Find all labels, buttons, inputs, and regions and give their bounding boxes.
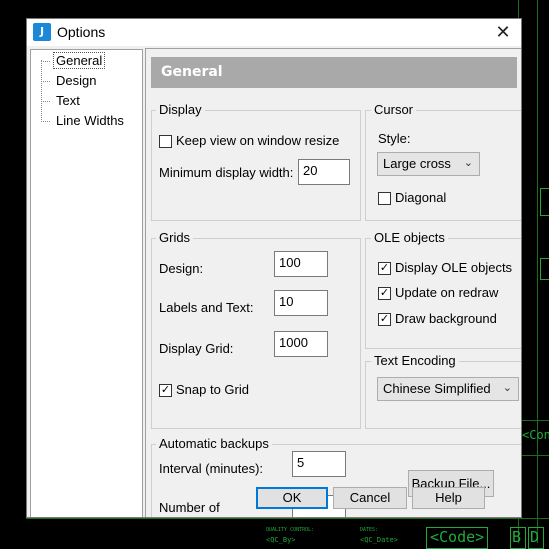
keep-view-label: Keep view on window resize — [176, 133, 340, 148]
cad-box — [540, 188, 549, 216]
cad-code-label: <Code> — [430, 528, 485, 546]
backup-number-label: Number of — [159, 500, 220, 515]
window-title: Options — [57, 24, 106, 40]
backup-interval-input[interactable]: 5 — [292, 451, 346, 477]
cursor-style-label: Style: — [378, 131, 411, 146]
category-tree: General Design Text Line Widths — [30, 49, 143, 517]
tree-item-text[interactable]: Text — [41, 92, 83, 110]
display-ole-checkbox[interactable]: ✓ — [378, 262, 391, 275]
cad-border-line — [521, 455, 549, 456]
ole-objects-group-title: OLE objects — [371, 230, 448, 245]
automatic-backups-group-title: Automatic backups — [156, 436, 272, 451]
cad-border-line — [521, 420, 549, 421]
jc-app-icon: J — [33, 23, 51, 41]
text-encoding-group-title: Text Encoding — [371, 353, 459, 368]
general-panel: General Display Keep view on window resi… — [145, 48, 521, 517]
update-on-redraw-label: Update on redraw — [395, 285, 499, 300]
tree-item-label: Line Widths — [56, 113, 124, 128]
cursor-group-title: Cursor — [371, 102, 417, 117]
chevron-down-icon: ⌄ — [502, 382, 512, 394]
min-display-width-label: Minimum display width: — [159, 165, 294, 180]
display-grid-label: Display Grid: — [159, 341, 234, 356]
panel-header-title: General — [161, 64, 223, 80]
cursor-style-value: Large cross — [383, 156, 451, 171]
cursor-style-select[interactable]: Large cross ⌄ — [377, 152, 480, 176]
text-encoding-select[interactable]: Chinese Simplified ⌄ — [377, 377, 519, 401]
cad-con-label: <Con — [522, 428, 549, 442]
cancel-button[interactable]: Cancel — [333, 487, 407, 509]
snap-to-grid-label: Snap to Grid — [176, 382, 249, 397]
draw-background-checkbox[interactable]: ✓ — [378, 313, 391, 326]
snap-to-grid-checkbox[interactable]: ✓ — [159, 384, 172, 397]
ok-button[interactable]: OK — [256, 487, 328, 509]
keep-view-checkbox[interactable] — [159, 135, 172, 148]
cad-d-label: D — [530, 528, 540, 546]
cad-border-line — [26, 518, 549, 519]
tree-item-line-widths[interactable]: Line Widths — [41, 112, 127, 130]
cad-box — [540, 258, 549, 280]
display-ole-label: Display OLE objects — [395, 260, 513, 275]
tree-item-label: Text — [56, 93, 80, 108]
cad-b-label: B — [512, 528, 522, 546]
cad-border-line — [537, 0, 538, 543]
grid-design-label: Design: — [159, 261, 204, 276]
help-button[interactable]: Help — [412, 487, 485, 509]
close-icon[interactable]: ✕ — [489, 19, 517, 46]
grids-group-title: Grids — [156, 230, 194, 245]
cad-quality-control-label: QUALITY CONTROL: — [266, 527, 315, 533]
title-bar[interactable]: J Options ✕ — [27, 19, 521, 46]
chevron-down-icon: ⌄ — [463, 157, 473, 169]
backup-interval-label: Interval (minutes): — [159, 461, 264, 476]
tree-item-label: Design — [56, 73, 97, 88]
update-on-redraw-checkbox[interactable]: ✓ — [378, 287, 391, 300]
tree-item-general[interactable]: General — [41, 52, 106, 70]
diagonal-checkbox[interactable] — [378, 192, 391, 205]
text-encoding-value: Chinese Simplified — [383, 381, 491, 396]
panel-header: General — [151, 57, 517, 88]
options-dialog: J Options ✕ General Design Text Line Wid… — [26, 18, 522, 518]
grid-design-input[interactable]: 100 — [274, 251, 328, 277]
diagonal-label: Diagonal — [395, 190, 447, 205]
grid-labels-label: Labels and Text: — [159, 300, 254, 315]
display-grid-input[interactable]: 1000 — [274, 331, 328, 357]
grid-labels-input[interactable]: 10 — [274, 290, 328, 316]
cad-dates-label: DATES: — [360, 527, 379, 533]
tree-item-label: General — [53, 52, 106, 69]
tree-item-design[interactable]: Design — [41, 72, 99, 90]
min-display-width-input[interactable]: 20 — [298, 159, 350, 185]
draw-background-label: Draw background — [395, 311, 497, 326]
display-group-title: Display — [156, 102, 205, 117]
